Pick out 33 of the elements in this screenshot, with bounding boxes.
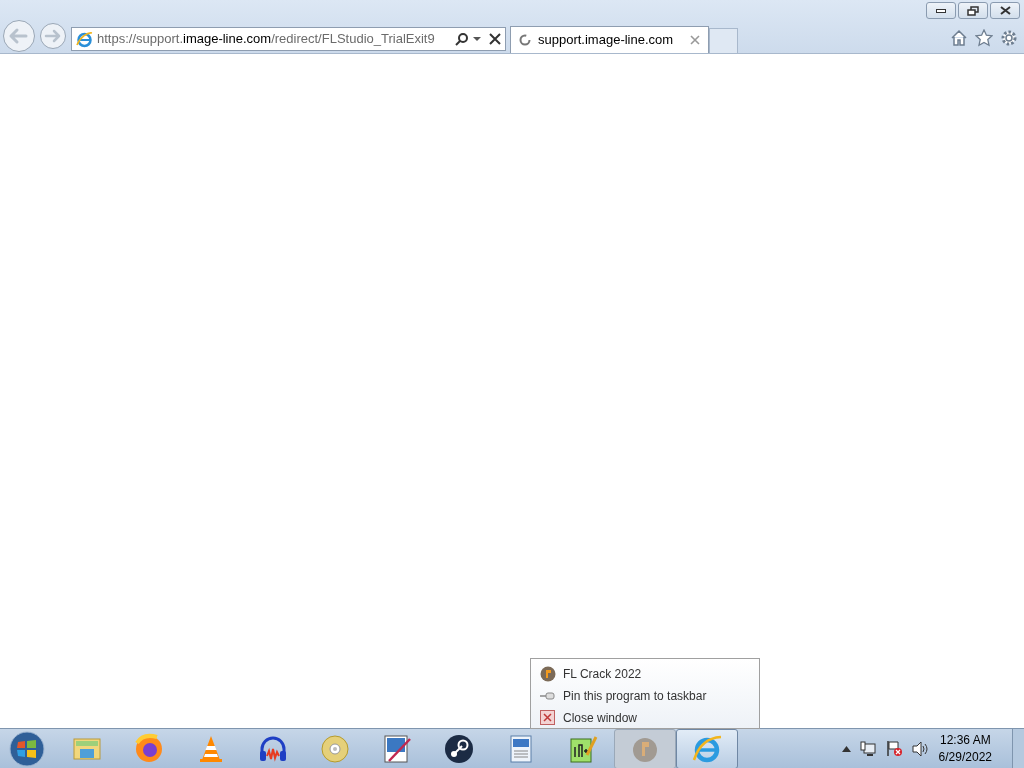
app-icon — [539, 665, 556, 682]
show-hidden-icons-icon[interactable] — [841, 745, 851, 752]
minimize-button[interactable] — [926, 2, 956, 19]
jump-list-item[interactable]: Pin this program to taskbar — [539, 686, 759, 705]
dropdown-caret-icon[interactable] — [473, 36, 481, 42]
browser-icon — [76, 30, 93, 48]
search-icon[interactable] — [455, 32, 469, 46]
home-icon[interactable] — [950, 29, 968, 47]
jump-list-item[interactable]: Close window — [539, 708, 759, 727]
close-icon — [999, 6, 1011, 15]
flag-warning-icon[interactable] — [885, 740, 903, 757]
browser-tab[interactable]: support.image-line.com — [510, 26, 709, 53]
steam-icon — [443, 732, 475, 765]
fox-globe-icon — [133, 732, 165, 765]
volume-icon[interactable] — [911, 740, 929, 757]
pin-icon — [539, 690, 556, 701]
close-button[interactable] — [990, 2, 1020, 19]
network-icon[interactable] — [859, 740, 877, 757]
picture-pen-icon — [381, 732, 413, 765]
url-text: https://support.image-line.com/redirect/FLStudio_TrialExit9 — [97, 30, 435, 49]
restore-icon — [967, 5, 979, 16]
address-field[interactable]: https://support.image-line.com/redirect/FLStudio_TrialExit9 — [71, 27, 506, 51]
restore-button[interactable] — [958, 2, 988, 19]
star-icon[interactable] — [975, 29, 993, 47]
close-window-icon — [540, 710, 555, 725]
minimize-icon — [936, 8, 946, 13]
stop-icon[interactable] — [489, 33, 501, 45]
close-tab-icon[interactable] — [690, 35, 700, 45]
disc-icon — [319, 732, 351, 765]
clock-time[interactable]: 12:36 AM — [939, 731, 991, 749]
settings-icon[interactable] — [1000, 29, 1018, 47]
clock-date[interactable]: 6/29/2022 — [938, 748, 992, 766]
jump-list-item[interactable]: FL Crack 2022 — [539, 664, 759, 683]
